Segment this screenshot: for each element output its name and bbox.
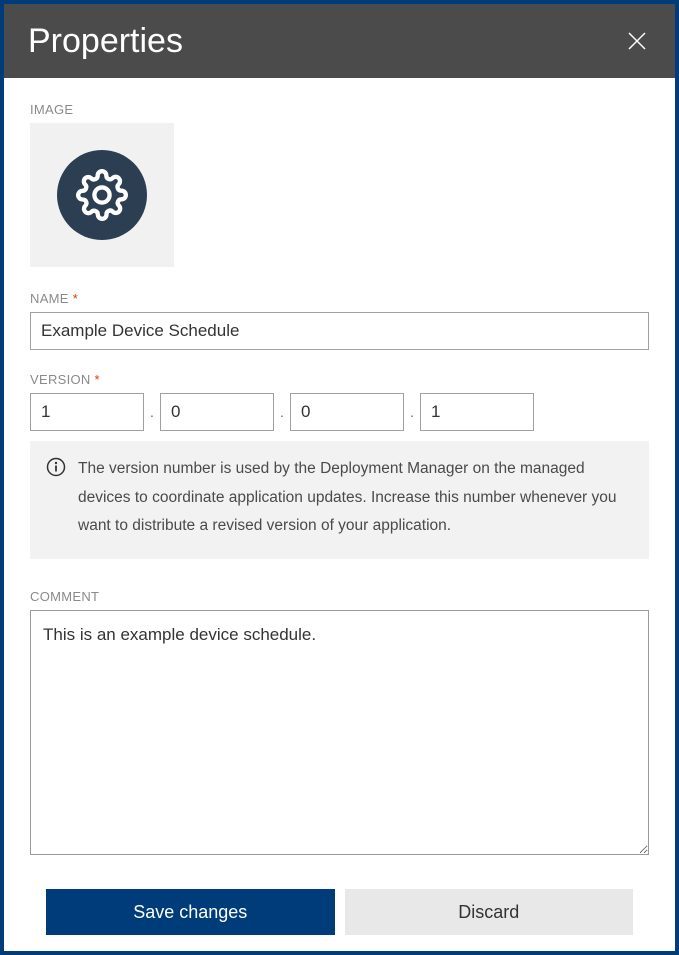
version-input-major[interactable] bbox=[30, 393, 144, 431]
version-separator: . bbox=[280, 404, 284, 420]
name-field-group: NAME * bbox=[30, 291, 649, 350]
version-info-box: The version number is used by the Deploy… bbox=[30, 441, 649, 559]
image-label: IMAGE bbox=[30, 102, 649, 117]
close-button[interactable] bbox=[623, 27, 651, 55]
comment-textarea[interactable] bbox=[30, 610, 649, 855]
panel-header: Properties bbox=[4, 4, 675, 78]
image-preview[interactable] bbox=[30, 123, 174, 267]
version-field-group: VERSION * . . . T bbox=[30, 372, 649, 589]
close-icon bbox=[628, 32, 646, 50]
version-label: VERSION * bbox=[30, 372, 649, 387]
properties-panel: Properties IMAGE NAME * bbox=[0, 0, 679, 955]
button-row: Save changes Discard bbox=[4, 889, 675, 951]
discard-button[interactable]: Discard bbox=[345, 889, 634, 935]
name-label: NAME * bbox=[30, 291, 649, 306]
gear-icon bbox=[76, 169, 128, 221]
version-separator: . bbox=[150, 404, 154, 420]
version-label-text: VERSION bbox=[30, 372, 91, 387]
comment-label: COMMENT bbox=[30, 589, 649, 604]
version-input-build[interactable] bbox=[420, 393, 534, 431]
gear-icon-circle bbox=[57, 150, 147, 240]
version-separator: . bbox=[410, 404, 414, 420]
version-input-minor[interactable] bbox=[160, 393, 274, 431]
version-required-indicator: * bbox=[95, 372, 100, 387]
name-label-text: NAME bbox=[30, 291, 69, 306]
comment-field-group: COMMENT bbox=[30, 589, 649, 855]
panel-content: IMAGE NAME * VERSION * bbox=[4, 78, 675, 889]
info-icon bbox=[46, 457, 66, 477]
version-input-patch[interactable] bbox=[290, 393, 404, 431]
name-input[interactable] bbox=[30, 312, 649, 350]
save-button[interactable]: Save changes bbox=[46, 889, 335, 935]
name-required-indicator: * bbox=[73, 291, 78, 306]
panel-title: Properties bbox=[28, 22, 183, 61]
version-info-text: The version number is used by the Deploy… bbox=[78, 455, 633, 541]
version-inputs-row: . . . bbox=[30, 393, 649, 431]
